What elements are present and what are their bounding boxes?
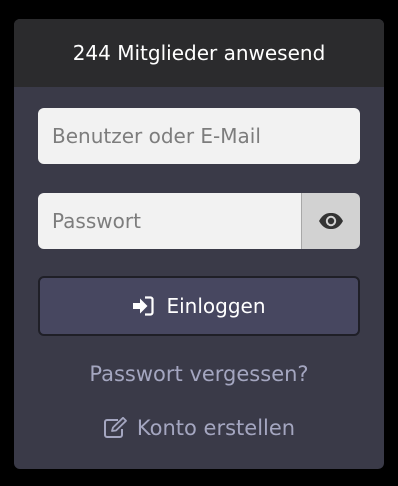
members-online-header: 244 Mitglieder anwesend: [14, 19, 384, 87]
forgot-password-label: Passwort vergessen?: [89, 362, 309, 386]
username-input[interactable]: [38, 108, 360, 164]
password-input[interactable]: [38, 193, 301, 249]
create-account-label: Konto erstellen: [136, 416, 296, 440]
sign-in-icon: [133, 296, 155, 316]
create-account-link[interactable]: Konto erstellen: [14, 416, 384, 440]
show-password-button[interactable]: [301, 193, 360, 249]
login-button[interactable]: Einloggen: [38, 276, 360, 336]
members-online-text: 244 Mitglieder anwesend: [72, 41, 326, 65]
forgot-password-link[interactable]: Passwort vergessen?: [14, 362, 384, 386]
login-button-label: Einloggen: [166, 294, 266, 318]
edit-icon: [103, 417, 127, 438]
login-panel: 244 Mitglieder anwesend Einloggen Passwo…: [14, 19, 384, 469]
password-group: [38, 193, 360, 249]
eye-icon: [319, 213, 343, 229]
